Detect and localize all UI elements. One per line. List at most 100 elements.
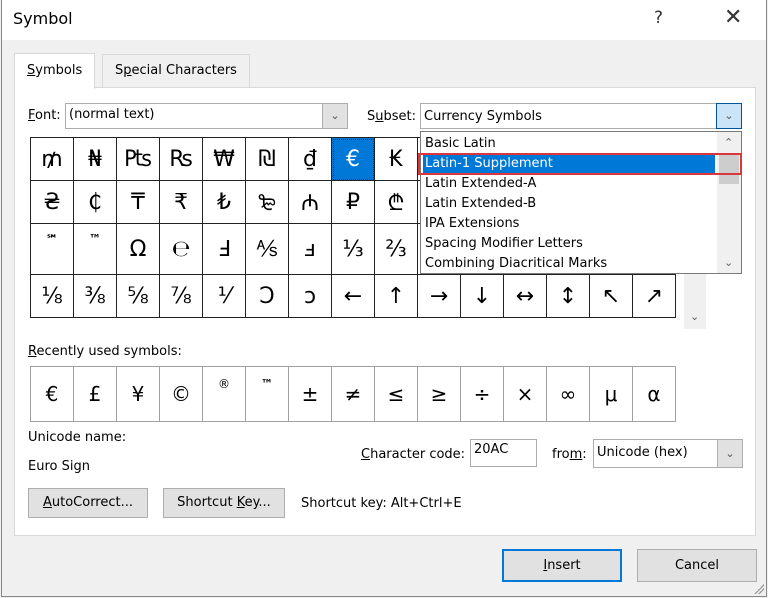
insert-button[interactable]: Insert — [502, 549, 622, 582]
symbol-cell[interactable]: ₽ — [331, 180, 375, 224]
subset-option[interactable]: Basic Latin — [423, 134, 715, 154]
symbol-cell[interactable]: ₭ — [374, 137, 418, 181]
recent-symbol[interactable]: ∞ — [546, 366, 590, 422]
recent-symbol[interactable]: ¥ — [116, 366, 160, 422]
recent-symbol[interactable]: ± — [288, 366, 332, 422]
scrollbar-thumb[interactable] — [719, 154, 739, 184]
subset-option[interactable]: Latin Extended-A — [423, 174, 715, 194]
symbol-cell[interactable]: ₩ — [202, 137, 246, 181]
shortcut-key-button[interactable]: Shortcut Key... — [163, 488, 285, 518]
autocorrect-label: utoCorrect... — [51, 495, 134, 510]
font-label: Font: — [28, 108, 61, 123]
symbol-cell[interactable]: ₫ — [288, 137, 332, 181]
subset-option[interactable]: IPA Extensions — [423, 214, 715, 234]
scroll-down-icon[interactable]: ⌄ — [724, 256, 733, 269]
subset-option[interactable]: Combining Diacritical Marks — [423, 254, 715, 272]
tab-special-characters[interactable]: Special Characters — [102, 54, 250, 87]
symbol-cell[interactable]: ⅎ — [288, 223, 332, 275]
autocorrect-button[interactable]: AutoCorrect... — [28, 488, 148, 518]
subset-option[interactable]: Latin Extended-B — [423, 194, 715, 214]
recent-symbol[interactable]: α — [632, 366, 676, 422]
symbol-cell[interactable]: ↑ — [374, 274, 418, 318]
cancel-button[interactable]: Cancel — [637, 549, 757, 582]
symbol-cell[interactable]: ₥ — [30, 137, 74, 181]
symbol-cell[interactable]: Ↄ — [245, 274, 289, 318]
symbol-cell[interactable]: ↓ — [460, 274, 504, 318]
symbol-cell[interactable]: → — [417, 274, 461, 318]
symbol-cell[interactable]: ₴ — [30, 180, 74, 224]
from-label: from: — [552, 447, 587, 462]
recent-symbol[interactable]: ≠ — [331, 366, 375, 422]
scroll-down-icon[interactable]: ⌄ — [690, 310, 699, 323]
symbol-cell[interactable]: Ⅎ — [202, 223, 246, 275]
chevron-down-icon[interactable]: ⌄ — [322, 104, 347, 128]
subset-option-highlighted[interactable]: Latin-1 Supplement — [423, 154, 715, 174]
symbol-cell[interactable]: ₦ — [73, 137, 117, 181]
symbol-cell[interactable]: ⅔ — [374, 223, 418, 275]
symbol-cell[interactable]: ⅝ — [116, 274, 160, 318]
symbol-cell[interactable]: ₾ — [374, 180, 418, 224]
font-select[interactable]: (normal text) ⌄ — [65, 103, 348, 129]
symbol-cell[interactable]: ⅟ — [202, 274, 246, 318]
symbol-cell[interactable]: ₻ — [245, 180, 289, 224]
grid-row: ⅛ ⅜ ⅝ ⅞ ⅟ Ↄ ↄ ← ↑ → ↓ ↔ ↕ ↖ ↗ — [30, 274, 676, 318]
subset-label-text: bset: — [383, 109, 417, 124]
help-button[interactable]: ? — [654, 8, 663, 28]
character-code-input[interactable]: 20AC — [470, 439, 537, 467]
symbol-cell[interactable]: ₧ — [116, 137, 160, 181]
recent-symbol[interactable]: ÷ — [460, 366, 504, 422]
char-code-label-text: haracter code: — [370, 447, 466, 462]
subset-option[interactable]: Spacing Modifier Letters — [423, 234, 715, 254]
symbol-cell[interactable]: ⅓ — [331, 223, 375, 275]
symbol-dialog: Symbol ? ✕ Symbols Special Characters Fo… — [1, 0, 767, 597]
symbol-cell[interactable]: ⅍ — [245, 223, 289, 275]
recent-symbol[interactable]: ™ — [245, 366, 289, 422]
symbol-cell[interactable]: ↕ — [546, 274, 590, 318]
scroll-up-icon[interactable]: ⌃ — [724, 136, 733, 149]
symbol-cell[interactable]: ⅜ — [73, 274, 117, 318]
symbol-cell[interactable]: ₵ — [73, 180, 117, 224]
recent-symbol[interactable]: ≤ — [374, 366, 418, 422]
chevron-down-icon[interactable]: ⌄ — [716, 103, 742, 129]
character-code-label: Character code: — [361, 447, 465, 462]
symbol-cell[interactable]: ₼ — [288, 180, 332, 224]
chevron-down-icon[interactable]: ⌄ — [717, 440, 742, 467]
subset-value: Currency Symbols — [424, 109, 542, 124]
resize-grip-icon[interactable] — [754, 584, 764, 594]
insert-label: nsert — [547, 558, 581, 573]
recent-symbol[interactable]: × — [503, 366, 547, 422]
symbol-cell[interactable]: ℠ — [30, 223, 74, 275]
symbol-cell[interactable]: ₹ — [159, 180, 203, 224]
recent-symbol[interactable]: © — [159, 366, 203, 422]
recent-row: € £ ¥ © ® ™ ± ≠ ≤ ≥ ÷ × ∞ μ α — [30, 366, 676, 422]
recent-symbol[interactable]: μ — [589, 366, 633, 422]
dropdown-scrollbar[interactable]: ⌃ ⌄ — [717, 132, 741, 273]
recent-symbol[interactable]: ® — [202, 366, 246, 422]
symbol-cell[interactable]: ⅞ — [159, 274, 203, 318]
symbol-cell[interactable]: ↄ — [288, 274, 332, 318]
symbol-cell[interactable]: ₪ — [245, 137, 289, 181]
recent-symbol[interactable]: £ — [73, 366, 117, 422]
subset-select[interactable]: Currency Symbols ⌄ — [420, 103, 742, 129]
symbol-cell[interactable]: ℮ — [159, 223, 203, 275]
title-bar: Symbol ? ✕ — [2, 0, 766, 40]
close-button[interactable]: ✕ — [724, 5, 742, 30]
tab-symbols[interactable]: Symbols — [14, 53, 96, 89]
symbol-cell[interactable]: ↗ — [632, 274, 676, 318]
symbol-cell[interactable]: ₨ — [159, 137, 203, 181]
symbol-cell[interactable]: ↖ — [589, 274, 633, 318]
char-code-mnemonic: C — [361, 447, 371, 462]
symbol-cell[interactable]: ₸ — [116, 180, 160, 224]
tab-special-label: ecial Characters — [131, 63, 237, 78]
symbol-cell[interactable]: ⅛ — [30, 274, 74, 318]
symbol-cell[interactable]: Ω — [116, 223, 160, 275]
symbol-cell[interactable]: ↔ — [503, 274, 547, 318]
symbol-cell-selected[interactable]: € — [331, 137, 375, 181]
symbol-cell[interactable]: ™ — [73, 223, 117, 275]
recent-symbol[interactable]: ≥ — [417, 366, 461, 422]
from-label-pre: fro — [552, 447, 570, 462]
symbol-cell[interactable]: ← — [331, 274, 375, 318]
from-select[interactable]: Unicode (hex) ⌄ — [593, 439, 743, 468]
recent-symbol[interactable]: € — [30, 366, 74, 422]
symbol-cell[interactable]: ₺ — [202, 180, 246, 224]
